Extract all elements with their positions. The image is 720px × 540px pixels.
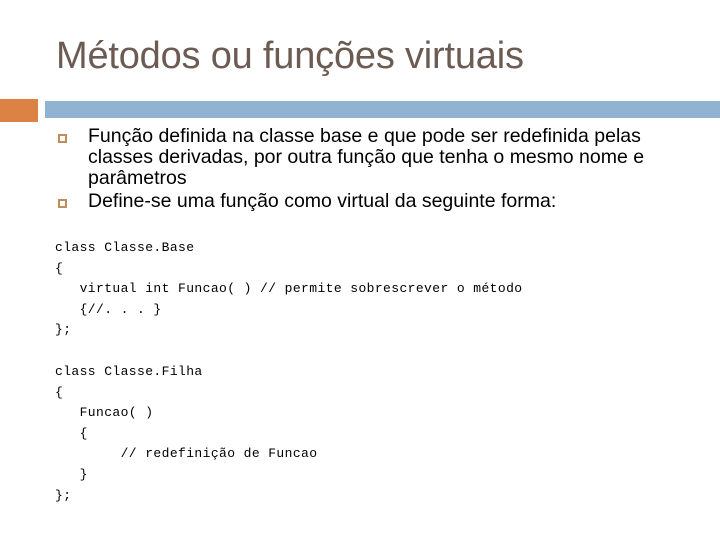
- list-item: Função definida na classe base e que pod…: [58, 126, 706, 189]
- code-block-spacer: [55, 341, 705, 362]
- list-item: Define-se uma função como virtual da seg…: [58, 191, 706, 212]
- bullet-list: Função definida na classe base e que pod…: [58, 126, 706, 214]
- accent-block: [0, 99, 38, 122]
- hollow-square-bullet-icon: [58, 134, 67, 143]
- list-item-label: Função definida na classe base e que pod…: [88, 125, 645, 189]
- code-block-classe-base: class Classe.Base { virtual int Funcao( …: [55, 240, 523, 338]
- code-block-classe-filha: class Classe.Filha { Funcao( ) { // rede…: [55, 363, 318, 503]
- list-item-label: Define-se uma função como virtual da seg…: [88, 190, 557, 212]
- title-divider: [0, 99, 720, 123]
- page-title: Métodos ou funções virtuais: [56, 35, 524, 77]
- horizontal-rule-bar: [45, 101, 720, 118]
- code-area: class Classe.Base { virtual int Funcao( …: [55, 238, 705, 506]
- slide-canvas: Métodos ou funções virtuais Função defin…: [0, 0, 720, 540]
- hollow-square-bullet-icon: [58, 199, 67, 208]
